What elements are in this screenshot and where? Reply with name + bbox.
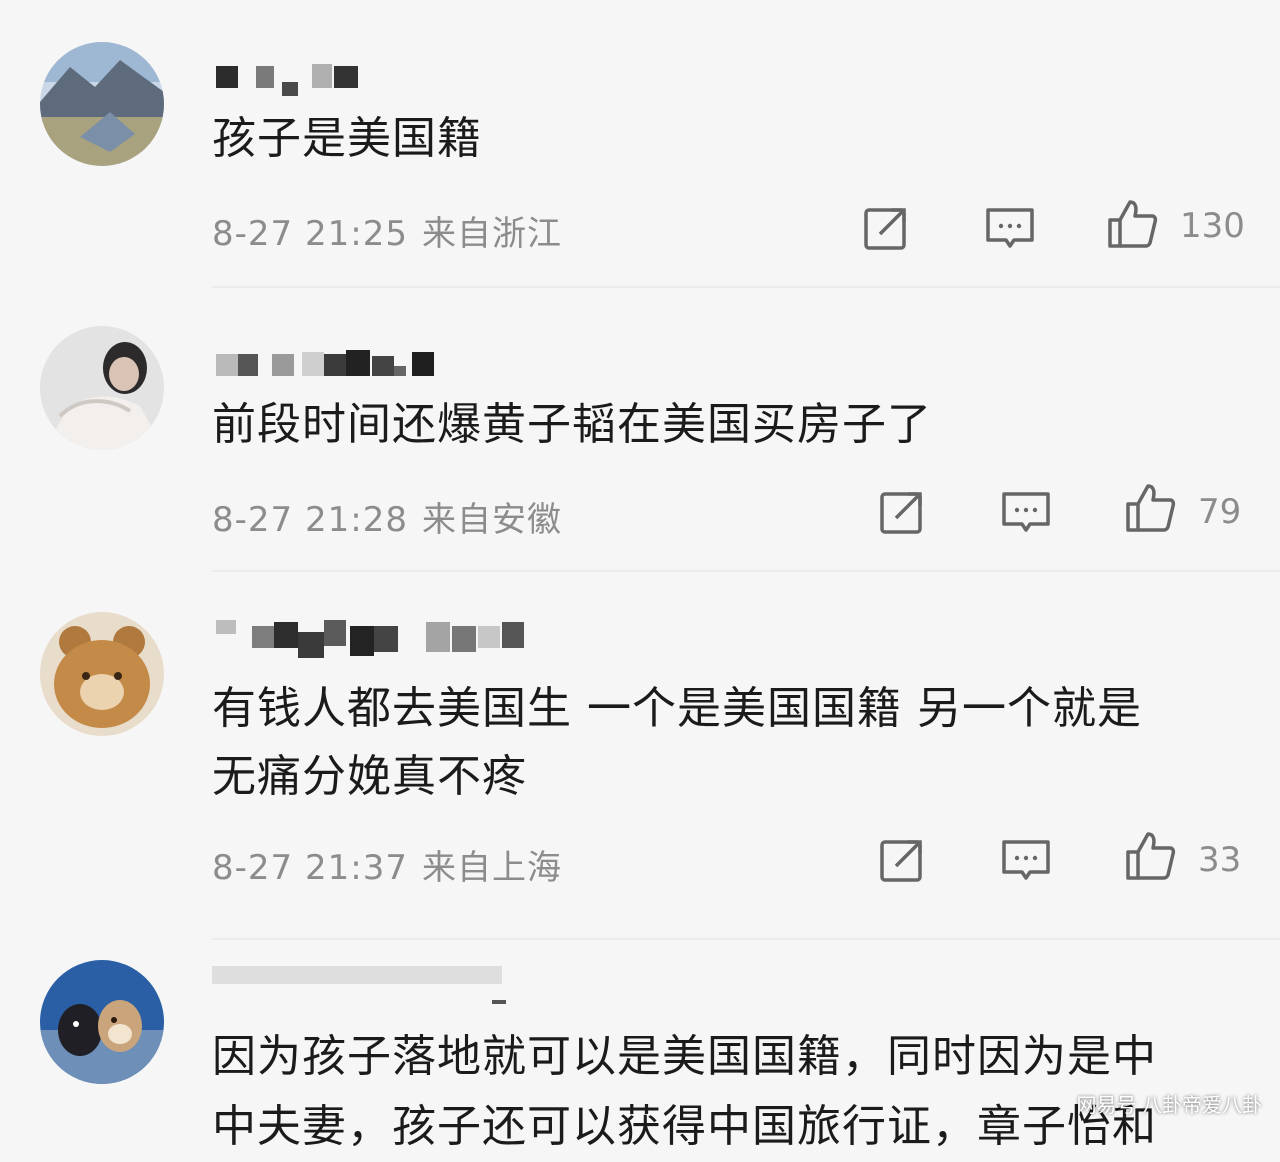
comment-text-line2: 无痛分娩真不疼 bbox=[212, 751, 527, 802]
comment-time: 8-27 21:28 bbox=[212, 500, 408, 540]
username-pixelated[interactable] bbox=[212, 346, 542, 386]
like-count: 130 bbox=[1180, 206, 1245, 246]
comment-text-line1: 因为孩子落地就可以是美国国籍，同时因为是中 bbox=[212, 1031, 1157, 1082]
like-count: 33 bbox=[1198, 840, 1242, 880]
comment-location: 来自上海 bbox=[421, 848, 562, 888]
username-pixelated[interactable] bbox=[212, 58, 542, 98]
thumbs-up-icon[interactable] bbox=[1106, 198, 1158, 250]
username-pixelated[interactable] bbox=[212, 616, 542, 658]
like-count: 79 bbox=[1198, 492, 1242, 532]
comment-item: 孩子是美国籍 8-27 21:25 来自浙江 130 bbox=[0, 0, 1280, 290]
comment-meta: 8-27 21:37 来自上海 bbox=[212, 840, 562, 889]
avatar[interactable] bbox=[40, 42, 164, 166]
comment-item: 有钱人都去美国生 一个是美国国籍 另一个就是 无痛分娩真不疼 8-27 21:3… bbox=[0, 570, 1280, 940]
comment-text: 前段时间还爆黄子韬在美国买房子了 bbox=[212, 399, 932, 450]
comment-meta: 8-27 21:28 来自安徽 bbox=[212, 492, 562, 541]
comment-bubble-icon[interactable] bbox=[984, 202, 1036, 254]
divider bbox=[212, 286, 1280, 288]
thumbs-up-icon[interactable] bbox=[1124, 482, 1176, 534]
comment-bubble-icon[interactable] bbox=[1000, 834, 1052, 886]
avatar[interactable] bbox=[40, 612, 164, 736]
watermark: 网易号 八卦帝爱八卦 bbox=[1076, 1095, 1262, 1117]
comment-bubble-icon[interactable] bbox=[1000, 486, 1052, 538]
comment-text: 孩子是美国籍 bbox=[212, 113, 482, 164]
comment-location: 来自浙江 bbox=[421, 214, 562, 254]
comment-meta: 8-27 21:25 来自浙江 bbox=[212, 206, 562, 255]
username-pixelated[interactable] bbox=[212, 962, 512, 1004]
comment-time: 8-27 21:37 bbox=[212, 848, 408, 888]
comment-location: 来自安徽 bbox=[421, 500, 562, 540]
comment-item: 前段时间还爆黄子韬在美国买房子了 8-27 21:28 来自安徽 79 bbox=[0, 290, 1280, 580]
share-edit-icon[interactable] bbox=[876, 486, 928, 538]
comment-time: 8-27 21:25 bbox=[212, 214, 408, 254]
share-edit-icon[interactable] bbox=[876, 834, 928, 886]
share-edit-icon[interactable] bbox=[860, 202, 912, 254]
thumbs-up-icon[interactable] bbox=[1124, 830, 1176, 882]
avatar[interactable] bbox=[40, 960, 164, 1084]
comment-text-line1: 有钱人都去美国生 一个是美国国籍 另一个就是 bbox=[212, 683, 1142, 734]
comment-text-line2: 中夫妻，孩子还可以获得中国旅行证，章子怡和 bbox=[212, 1101, 1157, 1152]
avatar[interactable] bbox=[40, 326, 164, 450]
